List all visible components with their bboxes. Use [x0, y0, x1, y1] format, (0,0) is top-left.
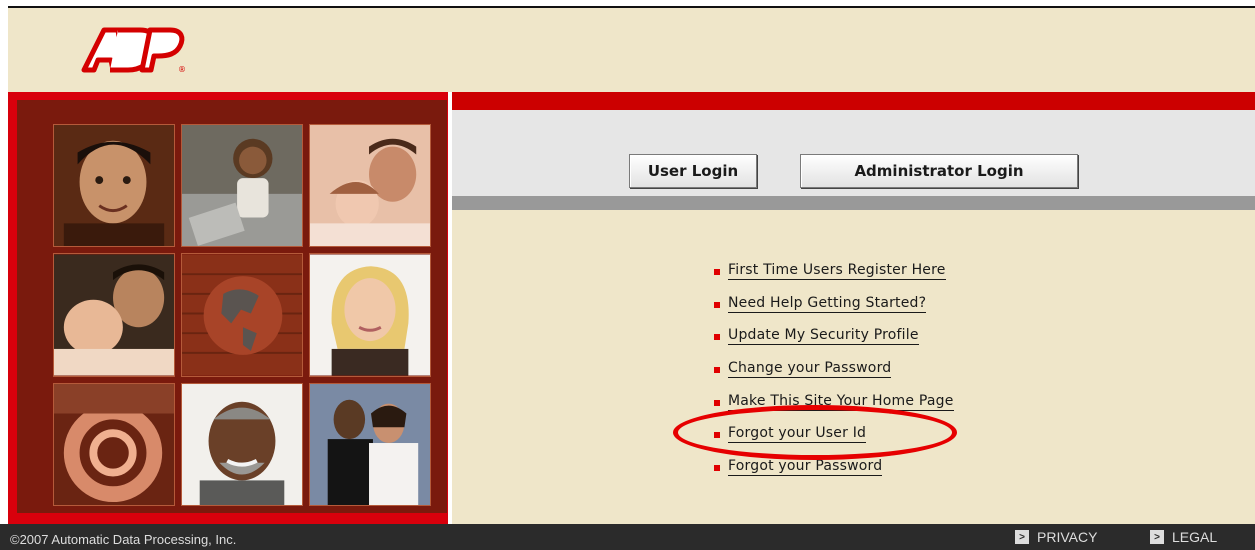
list-item: First Time Users Register Here	[714, 255, 954, 288]
bullet-icon	[714, 464, 720, 471]
arrow-right-icon: >	[1150, 530, 1164, 544]
login-panel: User Login Administrator Login First Tim…	[452, 92, 1255, 524]
red-divider	[452, 92, 1255, 110]
bullet-icon	[714, 301, 720, 308]
bullet-icon	[714, 269, 720, 276]
photo-abstract-swirl	[53, 383, 175, 506]
header: ®	[8, 8, 1255, 92]
arrow-right-icon: >	[1015, 530, 1029, 544]
privacy-link[interactable]: > PRIVACY	[1015, 529, 1097, 545]
change-password-link[interactable]: Change your Password	[728, 360, 892, 379]
photo-woman-portrait	[309, 253, 431, 377]
register-link[interactable]: First Time Users Register Here	[728, 262, 946, 281]
list-item: Change your Password	[714, 353, 954, 386]
photo-older-man	[181, 383, 303, 506]
photo-girl-computer	[181, 124, 303, 247]
photo-couple-hug	[309, 124, 431, 247]
list-item: Update My Security Profile	[714, 320, 954, 353]
login-button-band: User Login Administrator Login	[452, 110, 1255, 196]
svg-text:®: ®	[178, 65, 186, 74]
adp-logo[interactable]: ®	[78, 22, 190, 83]
forgot-password-link[interactable]: Forgot your Password	[728, 458, 883, 476]
help-links-list: First Time Users Register Here Need Help…	[714, 255, 954, 483]
user-login-button[interactable]: User Login	[629, 154, 757, 188]
photo-panel-inner	[17, 100, 447, 513]
photo-man-portrait	[53, 124, 175, 247]
bullet-icon	[714, 334, 720, 341]
list-item: Need Help Getting Started?	[714, 288, 954, 321]
privacy-label: PRIVACY	[1037, 529, 1098, 545]
photo-father-baby	[53, 253, 175, 377]
bullet-icon	[714, 399, 720, 406]
top-border	[0, 0, 1255, 8]
administrator-login-button[interactable]: Administrator Login	[800, 154, 1078, 188]
make-home-page-link[interactable]: Make This Site Your Home Page	[728, 393, 954, 411]
photo-grid	[53, 124, 431, 506]
legal-label: LEGAL	[1172, 529, 1218, 545]
list-item: Forgot your User Id	[714, 418, 954, 451]
photo-panel	[8, 92, 448, 524]
footer: ©2007 Automatic Data Processing, Inc. > …	[0, 524, 1255, 550]
photo-globe-wall	[181, 253, 303, 377]
help-getting-started-link[interactable]: Need Help Getting Started?	[728, 295, 927, 313]
list-item: Make This Site Your Home Page	[714, 385, 954, 418]
grey-divider	[452, 196, 1255, 210]
bullet-icon	[714, 432, 720, 439]
legal-link[interactable]: > LEGAL	[1150, 529, 1217, 545]
photo-wedding-couple	[309, 383, 431, 506]
update-security-profile-link[interactable]: Update My Security Profile	[728, 327, 919, 346]
bullet-icon	[714, 367, 720, 374]
forgot-user-id-link[interactable]: Forgot your User Id	[728, 425, 867, 444]
copyright-text: ©2007 Automatic Data Processing, Inc.	[10, 532, 237, 547]
list-item: Forgot your Password	[714, 451, 954, 484]
